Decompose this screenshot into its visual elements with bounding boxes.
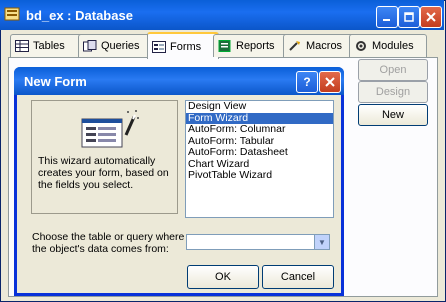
database-title-bar[interactable]: bd_ex : Database bbox=[0, 0, 444, 30]
list-item[interactable]: AutoForm: Datasheet bbox=[186, 146, 333, 159]
dialog-title: New Form bbox=[24, 74, 87, 89]
chevron-down-icon[interactable]: ▼ bbox=[314, 235, 329, 249]
design-label: Design bbox=[375, 86, 411, 98]
open-button[interactable]: Open bbox=[358, 59, 428, 81]
tab-queries[interactable]: Queries bbox=[78, 34, 154, 57]
close-icon bbox=[325, 77, 335, 87]
tab-queries-label: Queries bbox=[101, 40, 140, 52]
window-title: bd_ex : Database bbox=[26, 8, 133, 23]
tab-forms-label: Forms bbox=[170, 40, 202, 53]
tab-reports-label: Reports bbox=[236, 40, 275, 52]
tab-macros-label: Macros bbox=[306, 40, 343, 52]
table-icon bbox=[15, 40, 29, 52]
tab-forms[interactable]: Forms bbox=[147, 32, 219, 59]
query-icon bbox=[83, 40, 97, 52]
open-label: Open bbox=[379, 64, 407, 76]
design-button[interactable]: Design bbox=[358, 81, 428, 103]
list-item[interactable]: PivotTable Wizard bbox=[186, 169, 333, 182]
source-combobox[interactable]: ▼ bbox=[186, 234, 330, 250]
new-button[interactable]: New bbox=[358, 104, 428, 126]
maximize-button[interactable] bbox=[398, 6, 420, 28]
form-icon bbox=[152, 40, 166, 53]
help-icon: ? bbox=[303, 75, 311, 89]
wizard-description: This wizard automatically creates your f… bbox=[38, 155, 169, 191]
ok-button[interactable]: OK bbox=[187, 265, 259, 289]
wizard-preview-panel: This wizard automatically creates your f… bbox=[31, 100, 178, 214]
tab-modules-label: Modules bbox=[372, 40, 414, 52]
object-tabs: Tables Queries Forms Reports Macros Modu… bbox=[8, 32, 438, 59]
new-label: New bbox=[381, 109, 404, 121]
maximize-icon bbox=[404, 12, 414, 22]
tab-reports[interactable]: Reports bbox=[213, 34, 289, 57]
minimize-icon bbox=[383, 19, 390, 21]
cancel-label: Cancel bbox=[280, 271, 316, 283]
form-wizard-icon bbox=[81, 110, 139, 148]
tab-modules[interactable]: Modules bbox=[349, 34, 427, 57]
report-icon bbox=[218, 40, 231, 52]
tab-macros[interactable]: Macros bbox=[283, 34, 356, 57]
list-item[interactable]: AutoForm: Columnar bbox=[186, 123, 333, 136]
list-item[interactable]: Design View bbox=[186, 100, 333, 113]
tab-tables[interactable]: Tables bbox=[10, 34, 84, 57]
source-label: Choose the table or query where the obje… bbox=[32, 231, 185, 255]
form-type-list[interactable]: Design View Form Wizard AutoForm: Column… bbox=[185, 100, 334, 218]
cancel-button[interactable]: Cancel bbox=[262, 265, 334, 289]
help-button[interactable]: ? bbox=[296, 71, 318, 93]
dialog-close-button[interactable] bbox=[319, 71, 341, 93]
macro-icon bbox=[289, 41, 300, 51]
dialog-title-bar[interactable]: New Form ? bbox=[14, 67, 344, 95]
tab-tables-label: Tables bbox=[33, 40, 65, 52]
database-icon bbox=[4, 7, 20, 21]
minimize-button[interactable] bbox=[376, 6, 398, 28]
module-icon bbox=[356, 41, 366, 51]
ok-label: OK bbox=[215, 271, 231, 283]
close-icon bbox=[426, 12, 436, 22]
window-close-button[interactable] bbox=[420, 6, 442, 28]
